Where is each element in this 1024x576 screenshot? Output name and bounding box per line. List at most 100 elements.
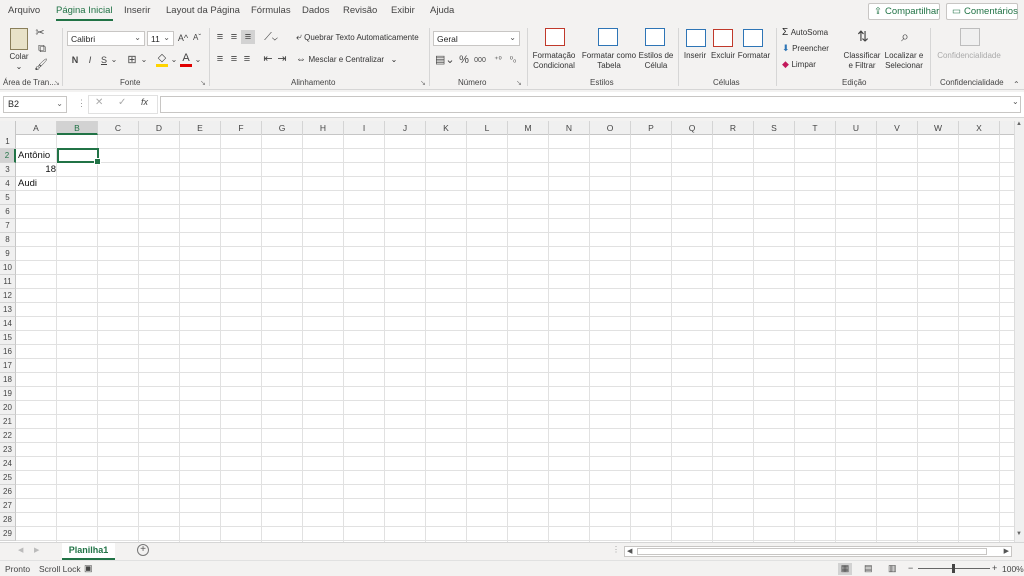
- column-header-i[interactable]: I: [344, 121, 385, 135]
- row-header-12[interactable]: 12: [0, 289, 16, 303]
- column-header-d[interactable]: D: [139, 121, 180, 135]
- tab-revisao[interactable]: Revisão: [343, 5, 377, 16]
- borders-icon[interactable]: ⊞: [126, 53, 138, 67]
- scroll-right-icon[interactable]: ▶: [1004, 547, 1009, 555]
- decrease-indent-icon[interactable]: ⇤: [262, 52, 274, 66]
- row-header-2[interactable]: 2: [0, 149, 16, 163]
- align-right-icon[interactable]: ≡: [241, 52, 253, 66]
- row-header-23[interactable]: 23: [0, 443, 16, 457]
- number-format-select[interactable]: Geral ⌄: [433, 31, 520, 46]
- alignment-launcher-icon[interactable]: ↘: [420, 79, 426, 87]
- row-header-16[interactable]: 16: [0, 345, 16, 359]
- zoom-level[interactable]: 100%: [1002, 564, 1024, 574]
- row-header-10[interactable]: 10: [0, 261, 16, 275]
- chevron-down-icon[interactable]: ⌄: [139, 53, 149, 67]
- normal-view-icon[interactable]: ▦: [838, 563, 852, 575]
- row-header-28[interactable]: 28: [0, 513, 16, 527]
- sheet-tab-planilha1[interactable]: Planilha1: [62, 543, 115, 560]
- bold-button[interactable]: N: [70, 53, 80, 67]
- insert-cells-icon[interactable]: [686, 29, 706, 47]
- search-icon[interactable]: ⌕: [894, 26, 916, 46]
- cell-a4[interactable]: Audi: [18, 177, 37, 191]
- zoom-out-icon[interactable]: −: [908, 563, 913, 573]
- tab-exibir[interactable]: Exibir: [391, 5, 415, 16]
- paste-dropdown-icon[interactable]: ⌄: [13, 62, 25, 72]
- thousands-button[interactable]: 000: [472, 54, 488, 68]
- fill-button[interactable]: ⬇ Preencher: [782, 43, 829, 54]
- format-cells-icon[interactable]: [743, 29, 763, 47]
- chevron-down-icon[interactable]: ⌄: [109, 53, 119, 67]
- column-header-t[interactable]: T: [795, 121, 836, 135]
- sort-filter-button[interactable]: Classificar e Filtrar: [842, 51, 882, 71]
- increase-decimal-icon[interactable]: ⁺⁰: [492, 53, 504, 67]
- row-header-18[interactable]: 18: [0, 373, 16, 387]
- column-header-o[interactable]: O: [590, 121, 631, 135]
- zoom-in-icon[interactable]: +: [992, 563, 997, 573]
- cell-styles-button[interactable]: Estilos de Célula: [637, 51, 675, 71]
- insert-function-icon[interactable]: fx: [141, 97, 148, 107]
- row-header-13[interactable]: 13: [0, 303, 16, 317]
- horizontal-scrollbar[interactable]: ◀ ▶: [624, 546, 1012, 557]
- format-painter-icon[interactable]: 🖌: [34, 58, 48, 72]
- enter-icon[interactable]: ✓: [118, 97, 126, 108]
- column-header-u[interactable]: U: [836, 121, 877, 135]
- cell-styles-icon[interactable]: [645, 28, 665, 46]
- row-header-24[interactable]: 24: [0, 457, 16, 471]
- column-header-x[interactable]: X: [959, 121, 1000, 135]
- column-header-b[interactable]: B: [57, 121, 98, 135]
- insert-cells-button[interactable]: Inserir: [680, 51, 710, 61]
- page-break-view-icon[interactable]: ▥: [888, 563, 897, 574]
- comments-button[interactable]: ▭ Comentários: [946, 3, 1018, 20]
- column-header-l[interactable]: L: [467, 121, 508, 135]
- column-header-j[interactable]: J: [385, 121, 426, 135]
- row-header-7[interactable]: 7: [0, 219, 16, 233]
- align-left-icon[interactable]: ≡: [214, 52, 226, 66]
- column-header-m[interactable]: M: [508, 121, 549, 135]
- column-header-k[interactable]: K: [426, 121, 467, 135]
- column-header-g[interactable]: G: [262, 121, 303, 135]
- find-select-button[interactable]: Localizar e Selecionar: [881, 51, 927, 71]
- tab-layout-da-pagina[interactable]: Layout da Página: [166, 5, 240, 16]
- column-header-q[interactable]: Q: [672, 121, 713, 135]
- scroll-down-icon[interactable]: ▼: [1016, 531, 1022, 537]
- add-sheet-icon[interactable]: +: [137, 544, 149, 556]
- italic-button[interactable]: I: [85, 53, 95, 67]
- row-header-14[interactable]: 14: [0, 317, 16, 331]
- vertical-scrollbar[interactable]: ▲ ▼: [1014, 121, 1024, 542]
- row-header-22[interactable]: 22: [0, 429, 16, 443]
- scroll-left-icon[interactable]: ◀: [627, 547, 632, 555]
- column-header-h[interactable]: H: [303, 121, 344, 135]
- column-header-s[interactable]: S: [754, 121, 795, 135]
- row-header-11[interactable]: 11: [0, 275, 16, 289]
- row-header-21[interactable]: 21: [0, 415, 16, 429]
- worksheet-grid[interactable]: ABCDEFGHIJKLMNOPQRSTUVWX 1 2 3 4 5 6 7 8 9 10 11 12…: [0, 121, 1024, 542]
- column-header-r[interactable]: R: [713, 121, 754, 135]
- autosum-button[interactable]: Σ AutoSoma: [782, 27, 828, 38]
- align-center-icon[interactable]: ≡: [228, 52, 240, 66]
- row-header-15[interactable]: 15: [0, 331, 16, 345]
- column-header-n[interactable]: N: [549, 121, 590, 135]
- name-box[interactable]: B2 ⌄: [3, 96, 67, 113]
- chevron-down-icon[interactable]: ⌄: [169, 53, 179, 67]
- clear-button[interactable]: ◆ Limpar: [782, 59, 816, 70]
- column-header-w[interactable]: W: [918, 121, 959, 135]
- selected-cell-b2[interactable]: [57, 148, 101, 165]
- font-launcher-icon[interactable]: ↘: [200, 79, 206, 87]
- paste-icon[interactable]: [10, 28, 28, 50]
- font-color-icon[interactable]: A: [180, 53, 192, 67]
- expand-formula-icon[interactable]: ⌄: [1012, 97, 1019, 106]
- clipboard-launcher-icon[interactable]: ↘: [54, 79, 60, 87]
- format-table-button[interactable]: Formatar como Tabela: [581, 51, 637, 71]
- row-header-25[interactable]: 25: [0, 471, 16, 485]
- tab-ajuda[interactable]: Ajuda: [430, 5, 454, 16]
- percent-button[interactable]: %: [459, 53, 469, 67]
- select-all-button[interactable]: [0, 121, 16, 135]
- cell-a3[interactable]: 18: [18, 163, 56, 177]
- cancel-icon[interactable]: ✕: [95, 97, 103, 108]
- column-header-f[interactable]: F: [221, 121, 262, 135]
- row-header-17[interactable]: 17: [0, 359, 16, 373]
- font-name-select[interactable]: Calibri ⌄: [67, 31, 145, 46]
- row-header-8[interactable]: 8: [0, 233, 16, 247]
- column-header-c[interactable]: C: [98, 121, 139, 135]
- column-header-p[interactable]: P: [631, 121, 672, 135]
